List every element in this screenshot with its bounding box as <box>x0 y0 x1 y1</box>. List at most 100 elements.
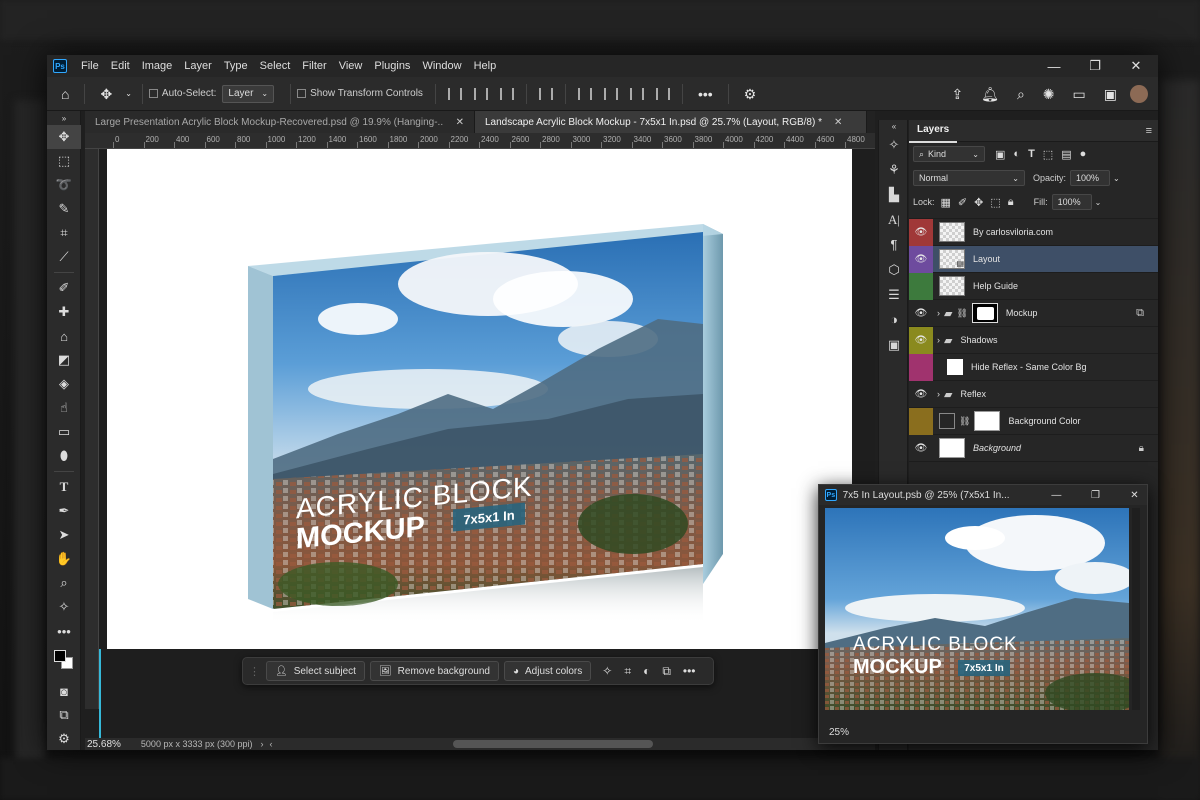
zoom-level[interactable]: 25.68% <box>87 739 121 750</box>
opacity-field[interactable]: 100% <box>1070 170 1111 186</box>
adjust-colors-button[interactable]: ◕ Adjust colors <box>503 661 592 681</box>
menu-file[interactable]: File <box>75 55 105 77</box>
floating-document-window[interactable]: Ps 7x5 In Layout.psb @ 25% (7x5x1 In... … <box>818 484 1148 744</box>
more-options-icon[interactable]: ••• <box>689 77 722 111</box>
lasso-tool-icon[interactable]: ➰ <box>47 173 81 197</box>
align-center-icon[interactable] <box>473 87 488 100</box>
close-icon[interactable]: ✕ <box>834 117 842 128</box>
eye-icon[interactable]: 👁︎ <box>915 254 928 265</box>
transform-icon[interactable]: ⌗ <box>618 664 637 679</box>
eraser-tool-icon[interactable]: ◩ <box>47 348 81 372</box>
vertical-scrollbar[interactable] <box>1132 508 1140 710</box>
collapse-chevron-icon[interactable]: « <box>879 120 909 132</box>
screen-mode-icon[interactable]: ⧉ <box>47 703 81 727</box>
menu-help[interactable]: Help <box>468 55 503 77</box>
marquee-tool-icon[interactable]: ⬚ <box>47 149 81 173</box>
photoshop-logo-icon[interactable]: Ps <box>53 59 67 73</box>
menu-plugins[interactable]: Plugins <box>368 55 416 77</box>
layer-row[interactable]: 👁︎ › ▰ Reflex <box>909 381 1158 408</box>
adjustments-icon[interactable]: ◑ <box>879 307 909 332</box>
chevron-right-icon[interactable]: › <box>937 308 940 318</box>
auto-select-checkbox[interactable] <box>148 89 158 98</box>
hand-tool-icon[interactable]: ✋ <box>47 547 81 571</box>
floating-window-titlebar[interactable]: Ps 7x5 In Layout.psb @ 25% (7x5x1 In... … <box>819 485 1147 505</box>
eyedropper-tool-icon[interactable]: ⟋ <box>47 245 81 269</box>
dodge-tool-icon[interactable]: ⬮ <box>47 444 81 468</box>
chevron-left-icon[interactable]: ‹ <box>270 739 273 749</box>
glyphs-icon[interactable]: ⬡ <box>879 257 909 282</box>
color-swatches[interactable] <box>47 643 80 679</box>
pen-tool-icon[interactable]: ✒ <box>47 499 81 523</box>
floating-zoom-level[interactable]: 25% <box>829 727 849 738</box>
eye-icon[interactable]: 👁︎ <box>915 335 928 346</box>
adjustment-filter-icon[interactable]: ◐ <box>1013 148 1020 160</box>
lock-artboard-icon[interactable]: ⬚ <box>990 196 1000 209</box>
tab-layers[interactable]: Layers <box>909 119 958 143</box>
select-subject-button[interactable]: 👤︎ Select subject <box>266 661 365 681</box>
chevron-down-icon[interactable]: ⌄ <box>1095 198 1102 207</box>
home-icon[interactable]: ⌂ <box>47 77 78 111</box>
distribute-vertical-icon[interactable] <box>655 87 670 100</box>
align-bottom-icon[interactable] <box>629 87 644 100</box>
avatar[interactable] <box>1130 84 1148 103</box>
generative-tool-icon[interactable]: ✧ <box>47 595 81 619</box>
tab-landscape-acrylic[interactable]: Landscape Acrylic Block Mockup - 7x5x1 I… <box>475 111 867 133</box>
menu-type[interactable]: Type <box>218 55 254 77</box>
lock-position-icon[interactable]: ✥ <box>974 196 983 209</box>
type-filter-icon[interactable]: T <box>1028 148 1035 160</box>
move-tool-icon[interactable]: ✥ <box>47 125 81 149</box>
brush-tool-icon[interactable]: ✐ <box>47 276 81 300</box>
fill-field[interactable]: 100% <box>1051 194 1092 210</box>
auto-select-dropdown[interactable]: Layer ⌄ <box>222 84 275 103</box>
layer-row[interactable]: 👁︎ Background 🔒︎ <box>909 435 1158 462</box>
document-canvas[interactable]: ACRYLIC BLOCK MOCKUP 7x5x1 In <box>107 149 852 649</box>
shape-filter-icon[interactable]: ⬚ <box>1043 148 1053 161</box>
mask-icon[interactable]: ⧉ <box>656 664 677 679</box>
learn-icon[interactable]: ⚘ <box>879 157 909 182</box>
search-icon[interactable]: ⌕ <box>1008 77 1034 111</box>
layer-row[interactable]: 👁︎ By carlosviloria.com <box>909 218 1158 246</box>
align-right-icon[interactable] <box>499 87 514 100</box>
crop-tool-icon[interactable]: ⌗ <box>47 221 81 245</box>
minimize-icon[interactable]: — <box>1034 55 1074 77</box>
transform-controls-checkbox[interactable] <box>297 89 307 98</box>
close-icon[interactable]: ✕ <box>1116 55 1156 77</box>
layer-row[interactable]: ⛓︎ Background Color <box>909 407 1158 435</box>
bell-icon[interactable]: 🔔︎ <box>972 77 1008 111</box>
rectangle-tool-icon[interactable]: ▭ <box>47 420 81 444</box>
horizontal-scrollbar[interactable] <box>452 740 653 748</box>
menu-filter[interactable]: Filter <box>296 55 332 77</box>
restore-icon[interactable]: ❐ <box>1083 490 1108 501</box>
edit-toolbar-icon[interactable]: ••• <box>47 619 81 643</box>
paragraph-icon[interactable]: ¶ <box>879 232 909 257</box>
blend-mode-dropdown[interactable]: Normal ⌄ <box>913 170 1025 186</box>
align-middle-icon[interactable] <box>603 87 618 100</box>
pixel-filter-icon[interactable]: ▣ <box>995 148 1005 161</box>
chevron-down-icon[interactable]: ⌄ <box>121 77 136 111</box>
more-options-icon[interactable]: ••• <box>677 664 702 678</box>
remove-background-button[interactable]: 🖼︎ Remove background <box>369 661 499 681</box>
lock-transparent-icon[interactable]: ▦ <box>941 196 951 209</box>
chevron-right-icon[interactable]: › <box>261 739 264 749</box>
layer-row[interactable]: 👁︎ › ▰ Shadows <box>909 326 1158 354</box>
edit-toolbar-more-icon[interactable]: ⚙ <box>47 727 81 750</box>
healing-tool-icon[interactable]: ✚ <box>47 300 81 324</box>
libraries-icon[interactable]: ▙ <box>879 182 909 207</box>
filter-kind-dropdown[interactable]: ⌕ Kind ⌄ <box>913 146 985 162</box>
menu-select[interactable]: Select <box>254 55 297 77</box>
lightbulb-icon[interactable]: ✺ <box>1034 77 1064 111</box>
menu-view[interactable]: View <box>333 55 369 77</box>
stamp-tool-icon[interactable]: ⌂ <box>47 324 81 348</box>
type-tool-icon[interactable]: T <box>47 475 81 499</box>
paint-bucket-tool-icon[interactable]: ◈ <box>47 372 81 396</box>
filter-toggle-icon[interactable]: ● <box>1080 148 1087 160</box>
restore-icon[interactable]: ❐ <box>1075 55 1115 77</box>
minimize-icon[interactable]: — <box>1044 490 1069 501</box>
align-left-icon[interactable] <box>447 87 462 100</box>
foreground-color-swatch[interactable] <box>54 650 66 662</box>
quick-selection-tool-icon[interactable]: ✎ <box>47 197 81 221</box>
contrast-icon[interactable]: ◐ <box>637 664 656 678</box>
chevron-right-icon[interactable]: › <box>937 389 940 399</box>
smudge-tool-icon[interactable]: ☝ <box>47 396 81 420</box>
image-panel-icon[interactable]: ▣ <box>879 332 909 357</box>
